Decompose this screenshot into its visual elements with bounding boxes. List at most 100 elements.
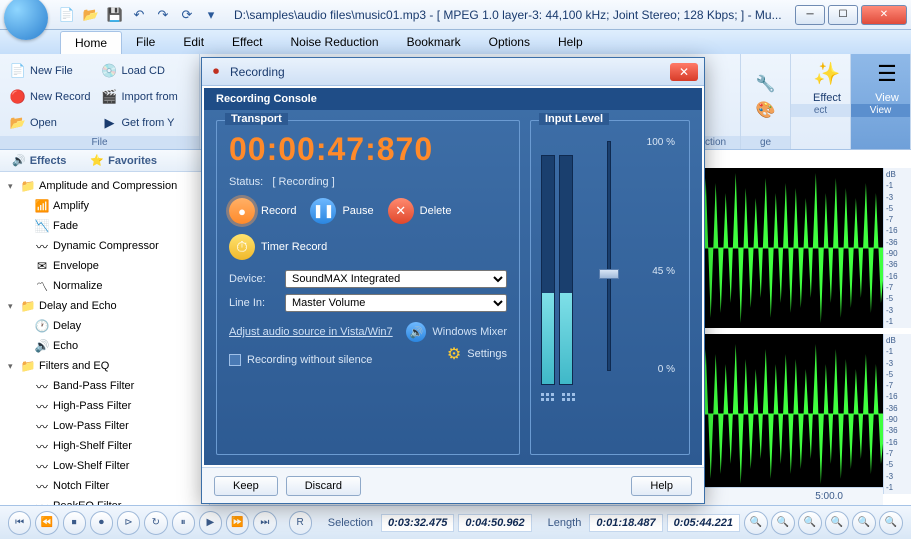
transport-panel: Transport 00:00:47:870 Status: [ Recordi… xyxy=(216,120,520,455)
zoom-out-button[interactable]: 🔍 xyxy=(879,511,903,535)
qat-save-icon[interactable]: 💾 xyxy=(106,6,124,24)
ribbon-view-button[interactable]: ☰ View xyxy=(859,58,911,104)
record-button[interactable]: ●Record xyxy=(229,198,296,224)
qat-redo-icon[interactable]: ↷ xyxy=(154,6,172,24)
zoom-fit-button[interactable]: 🔍 xyxy=(744,511,768,535)
keep-button[interactable]: Keep xyxy=(214,476,278,496)
transport-stop-button[interactable]: ⏹ xyxy=(63,511,86,535)
transport-rewind-button[interactable]: ⏪ xyxy=(35,511,58,535)
qat-open-icon[interactable]: 📂 xyxy=(82,6,100,24)
tree-item[interactable]: 〰Low-Shelf Filter xyxy=(0,456,209,476)
menu-effect[interactable]: Effect xyxy=(218,31,276,53)
total-value[interactable]: 0:05:44.221 xyxy=(667,514,740,532)
transport-play-sel-button[interactable]: ⊳ xyxy=(117,511,140,535)
help-button[interactable]: Help xyxy=(631,476,692,496)
pause-button[interactable]: ❚❚Pause xyxy=(310,198,373,224)
app-orb[interactable] xyxy=(4,0,48,40)
qat-dropdown-icon[interactable]: ▾ xyxy=(202,6,220,24)
pause-circle-icon: ❚❚ xyxy=(310,198,336,224)
dialog-titlebar[interactable]: ⏺ Recording ✕ xyxy=(202,58,704,86)
dialog-button-row: Keep Discard Help xyxy=(202,467,704,503)
dialog-close-button[interactable]: ✕ xyxy=(670,63,698,81)
selection-end[interactable]: 0:04:50.962 xyxy=(458,514,531,532)
transport-pause-button[interactable]: ⏸ xyxy=(172,511,195,535)
tree-item[interactable]: 📶Amplify xyxy=(0,196,209,216)
window-minimize-button[interactable]: ─ xyxy=(795,5,825,25)
view-icon: ☰ xyxy=(871,58,903,90)
selection-start[interactable]: 0:03:32.475 xyxy=(381,514,454,532)
qat-new-icon[interactable]: 📄 xyxy=(58,6,76,24)
slider-thumb[interactable] xyxy=(599,269,619,279)
tree-item[interactable]: 〰Dynamic Compressor xyxy=(0,236,209,256)
length-label: Length xyxy=(548,517,582,529)
ribbon-get-from-y[interactable]: ▶Get from Y xyxy=(100,110,192,136)
db-scale-left: dB-1-3-5-7-16-36-90-36-16-7-5-3-1 xyxy=(883,168,911,328)
tree-group[interactable]: ▾📁Amplitude and Compression xyxy=(0,176,209,196)
tab-favorites[interactable]: ⭐ Favorites xyxy=(78,150,169,171)
menu-home[interactable]: Home xyxy=(60,31,122,54)
tab-effects[interactable]: 🔊 Effects xyxy=(0,150,78,171)
transport-repeat-button[interactable]: R xyxy=(289,511,312,535)
transport-play-button[interactable]: ▶ xyxy=(199,511,222,535)
zoom-out-v-button[interactable]: 🔍 xyxy=(825,511,849,535)
tree-group[interactable]: ▾📁Delay and Echo xyxy=(0,296,209,316)
linein-select[interactable]: Master Volume xyxy=(285,294,507,312)
tree-item[interactable]: 〰Notch Filter xyxy=(0,476,209,496)
length-value[interactable]: 0:01:18.487 xyxy=(589,514,662,532)
tree-item[interactable]: 📉Fade xyxy=(0,216,209,236)
transport-begin-button[interactable]: ⏮ xyxy=(8,511,31,535)
palette-icon[interactable]: 🎨 xyxy=(756,100,776,120)
windows-mixer-button[interactable]: 🔊Windows Mixer xyxy=(406,322,507,342)
tree-item[interactable]: 〰High-Shelf Filter xyxy=(0,436,209,456)
window-close-button[interactable]: ✕ xyxy=(861,5,907,25)
tree-item[interactable]: 🕐Delay xyxy=(0,316,209,336)
menu-help[interactable]: Help xyxy=(544,31,597,53)
transport-record-button[interactable]: ⏺ xyxy=(90,511,113,535)
ribbon-load-cd[interactable]: 💿Load CD xyxy=(100,58,192,84)
adjust-source-link[interactable]: Adjust audio source in Vista/Win7 xyxy=(229,326,393,338)
tree-item[interactable]: ✉Envelope xyxy=(0,256,209,276)
tree-item[interactable]: 〽Normalize xyxy=(0,276,209,296)
tree-item[interactable]: 〰High-Pass Filter xyxy=(0,396,209,416)
transport-play-loop-button[interactable]: ↻ xyxy=(144,511,167,535)
tree-group[interactable]: ▾📁Filters and EQ xyxy=(0,356,209,376)
zoom-in-v-button[interactable]: 🔍 xyxy=(798,511,822,535)
input-gain-slider[interactable]: 100 % 45 % 0 % xyxy=(585,131,679,381)
device-select[interactable]: SoundMAX Integrated xyxy=(285,270,507,288)
ribbon-new-file[interactable]: 📄New File xyxy=(8,58,100,84)
tree-item[interactable]: 〰Band-Pass Filter xyxy=(0,376,209,396)
menu-edit[interactable]: Edit xyxy=(169,31,218,53)
menu-file[interactable]: File xyxy=(122,31,169,53)
zoom-in-button[interactable]: 🔍 xyxy=(852,511,876,535)
qat-undo-icon[interactable]: ↶ xyxy=(130,6,148,24)
meter-left xyxy=(541,155,555,385)
discard-button[interactable]: Discard xyxy=(286,476,361,496)
meter-right xyxy=(559,155,573,385)
dialog-title: Recording xyxy=(230,65,285,79)
ribbon-import-from[interactable]: 🎬Import from xyxy=(100,84,192,110)
status-row: Status: [ Recording ] xyxy=(229,176,507,188)
menu-noise-reduction[interactable]: Noise Reduction xyxy=(277,31,393,53)
timer-record-button[interactable]: ⏱Timer Record xyxy=(229,234,327,260)
transport-end-button[interactable]: ⏭ xyxy=(253,511,276,535)
tree-item[interactable]: 〰PeakEQ Filter xyxy=(0,496,209,505)
qat-refresh-icon[interactable]: ⟳ xyxy=(178,6,196,24)
effects-tree: ▾📁Amplitude and Compression📶Amplify📉Fade… xyxy=(0,172,209,505)
new-file-icon: 📄 xyxy=(10,63,26,79)
settings-button[interactable]: ⚙Settings xyxy=(447,344,507,364)
tree-item[interactable]: 〰Low-Pass Filter xyxy=(0,416,209,436)
ribbon-effect-button[interactable]: ✨ Effect xyxy=(799,58,855,104)
ribbon-open[interactable]: 📂Open xyxy=(8,110,100,136)
zoom-sel-button[interactable]: 🔍 xyxy=(771,511,795,535)
ribbon-new-record[interactable]: 🔴New Record xyxy=(8,84,100,110)
window-maximize-button[interactable]: ☐ xyxy=(828,5,858,25)
record-without-silence-checkbox[interactable]: Recording without silence xyxy=(229,354,372,366)
delete-button[interactable]: ✕Delete xyxy=(388,198,452,224)
menu-options[interactable]: Options xyxy=(475,31,544,53)
transport-forward-button[interactable]: ⏩ xyxy=(226,511,249,535)
tool-icon[interactable]: 🔧 xyxy=(756,74,776,94)
tree-item[interactable]: 🔊Echo xyxy=(0,336,209,356)
menu-bookmark[interactable]: Bookmark xyxy=(393,31,475,53)
recording-dialog: ⏺ Recording ✕ Recording Console Transpor… xyxy=(201,57,705,504)
delete-circle-icon: ✕ xyxy=(388,198,414,224)
